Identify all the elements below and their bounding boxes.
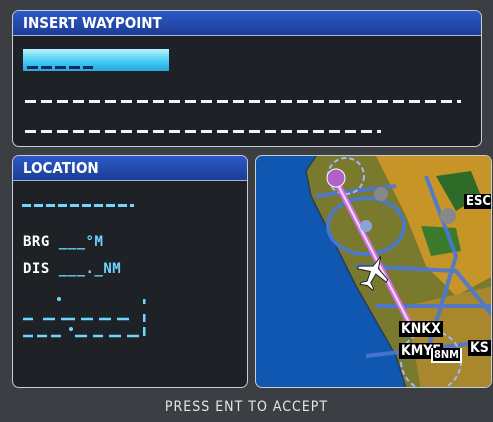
map-scale: 8NM	[431, 348, 463, 363]
location-identifier-dashes	[22, 204, 134, 207]
distance-label: DIS	[23, 261, 50, 277]
lat-lon-placeholder	[23, 297, 146, 338]
bearing-value: ___°M	[58, 234, 104, 250]
waypoint-name-line-2	[25, 130, 381, 133]
location-title: LOCATION	[13, 156, 247, 181]
identifier-placeholder-dashes	[27, 66, 93, 69]
insert-waypoint-title: INSERT WAYPOINT	[13, 11, 481, 36]
waypoint-identifier-field[interactable]	[23, 49, 169, 71]
bearing-row: BRG ___°M	[23, 234, 103, 250]
bearing-label: BRG	[23, 234, 50, 250]
location-panel: LOCATION BRG ___°M DIS ___._NM	[12, 155, 248, 388]
airport-label-knkx[interactable]: KNKX	[399, 321, 443, 337]
distance-row: DIS ___._NM	[23, 261, 121, 277]
map-label-partial: ESC	[464, 194, 491, 209]
airport-label-partial[interactable]: KS	[468, 340, 491, 356]
insert-waypoint-panel: INSERT WAYPOINT	[12, 10, 482, 147]
waypoint-name-line-1	[25, 100, 461, 103]
navigation-map[interactable]: ESC KNKX KMYF 8NM KS	[255, 155, 492, 388]
softkey-prompt: PRESS ENT TO ACCEPT	[0, 392, 493, 422]
distance-value: ___._NM	[58, 261, 122, 277]
